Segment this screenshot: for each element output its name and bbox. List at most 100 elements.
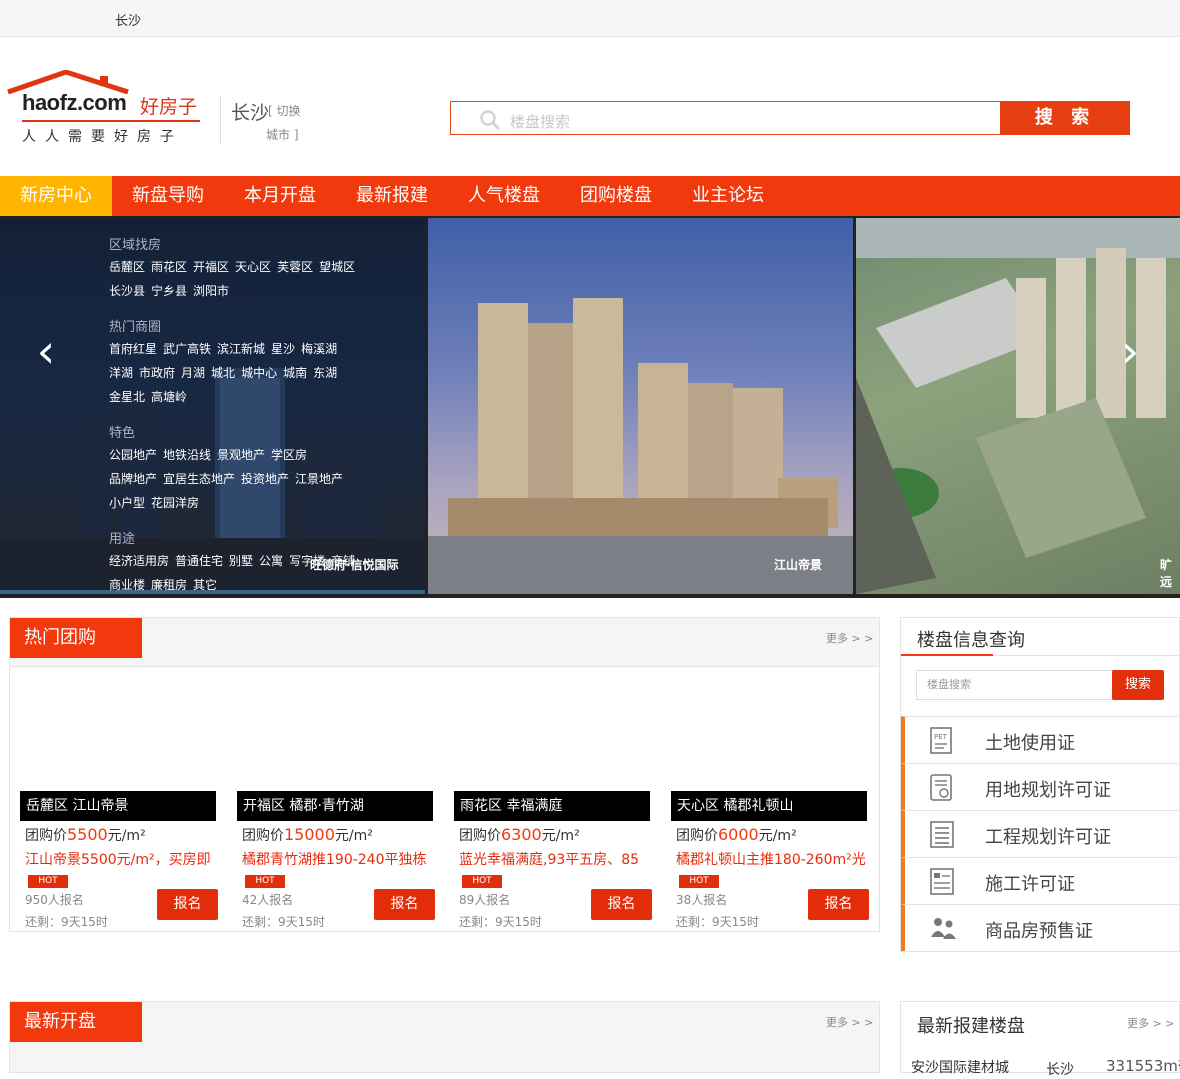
new-open-title: 最新开盘 bbox=[10, 1002, 142, 1042]
area-link[interactable]: 岳麓区 bbox=[109, 260, 145, 274]
area-link[interactable]: 城中心 bbox=[241, 366, 277, 380]
area-link[interactable]: 公寓 bbox=[259, 554, 283, 568]
site-logo[interactable]: haofz.com 好房子 人人需要好房子 bbox=[6, 70, 206, 150]
nav-item-popular[interactable]: 人气楼盘 bbox=[448, 176, 560, 216]
area-link[interactable]: 城南 bbox=[283, 366, 307, 380]
new-report-more-link[interactable]: 更多 > > bbox=[1127, 1015, 1174, 1031]
banner-slide-3[interactable]: 旷远 bbox=[856, 218, 1180, 594]
banner-slide-1[interactable]: 区域找房 岳麓区 雨花区 开福区 天心区 芙蓉区 望城区 长沙县 宁乡县 浏阳市 热门商圈 首… bbox=[0, 218, 425, 594]
list-document-icon bbox=[930, 821, 954, 848]
area-link[interactable]: 小户型 bbox=[109, 496, 145, 510]
query-item-land-planning[interactable]: 用地规划许可证 bbox=[901, 763, 1179, 810]
query-title: 楼盘信息查询 bbox=[917, 630, 1025, 651]
top-city-label[interactable]: 长沙 bbox=[115, 10, 141, 29]
signup-button[interactable]: 报名 bbox=[374, 889, 435, 920]
area-link[interactable]: 城北 bbox=[211, 366, 235, 380]
card-title[interactable]: 岳麓区 江山帝景 bbox=[20, 791, 216, 821]
area-link[interactable]: 宜居生态地产 bbox=[163, 472, 235, 486]
area-link[interactable]: 其它 bbox=[193, 578, 217, 592]
signup-button[interactable]: 报名 bbox=[157, 889, 218, 920]
query-item-land-use[interactable]: PET 土地使用证 bbox=[901, 716, 1179, 763]
query-item-construction[interactable]: 施工许可证 bbox=[901, 857, 1179, 904]
new-open-more-link[interactable]: 更多 > > bbox=[826, 1014, 873, 1030]
area-heading: 区域找房 bbox=[109, 238, 162, 253]
query-item-presale[interactable]: 商品房预售证 bbox=[901, 904, 1179, 951]
area-link[interactable]: 别墅 bbox=[229, 554, 253, 568]
nav-item-group-buy[interactable]: 团购楼盘 bbox=[560, 176, 672, 216]
card-desc[interactable]: 蓝光幸福满庭,93平五房、85 bbox=[459, 849, 649, 869]
hot-badge: HOT bbox=[462, 875, 502, 888]
card-price: 团购价6300元/m² bbox=[459, 825, 580, 844]
area-link[interactable]: 宁乡县 bbox=[151, 284, 187, 298]
time-left: 还剩：9天15时 bbox=[676, 915, 759, 929]
card-title[interactable]: 天心区 橘郡礼顿山 bbox=[671, 791, 867, 821]
nav-item-month-open[interactable]: 本月开盘 bbox=[224, 176, 336, 216]
banner-slide-2[interactable]: 江山帝景 bbox=[428, 218, 853, 594]
area-link[interactable]: 浏阳市 bbox=[193, 284, 229, 298]
area-link[interactable]: 市政府 bbox=[139, 366, 175, 380]
hot-badge: HOT bbox=[245, 875, 285, 888]
area-link[interactable]: 江景地产 bbox=[295, 472, 343, 486]
time-left: 还剩：9天15时 bbox=[459, 915, 542, 929]
next-slide-button[interactable]: › bbox=[1104, 296, 1156, 406]
card-title[interactable]: 雨花区 幸福满庭 bbox=[454, 791, 650, 821]
nav-item-guide[interactable]: 新盘导购 bbox=[112, 176, 224, 216]
switch-city-link[interactable]: [ 切换 bbox=[268, 102, 301, 119]
time-left: 还剩：9天15时 bbox=[242, 915, 325, 929]
area-link[interactable]: 普通住宅 bbox=[175, 554, 223, 568]
card-price: 团购价6000元/m² bbox=[676, 825, 797, 844]
area-link[interactable]: 开福区 bbox=[193, 260, 229, 274]
card-desc[interactable]: 江山帝景5500元/m²，买房即 bbox=[25, 849, 215, 869]
prev-slide-button[interactable]: ‹ bbox=[20, 296, 72, 406]
search-button[interactable]: 搜 索 bbox=[1000, 101, 1130, 135]
area-link[interactable]: 星沙 bbox=[271, 342, 295, 356]
area-link[interactable]: 廉租房 bbox=[151, 578, 187, 592]
area-link[interactable]: 景观地产 bbox=[217, 448, 265, 462]
area-link[interactable]: 地铁沿线 bbox=[163, 448, 211, 462]
card-title[interactable]: 开福区 橘郡·青竹湖 bbox=[237, 791, 433, 821]
area-link[interactable]: 东湖 bbox=[313, 366, 337, 380]
banner-carousel: 区域找房 岳麓区 雨花区 开福区 天心区 芙蓉区 望城区 长沙县 宁乡县 浏阳市 热门商圈 首… bbox=[0, 216, 1180, 598]
area-link[interactable]: 品牌地产 bbox=[109, 472, 157, 486]
area-link[interactable]: 首府红星 bbox=[109, 342, 157, 356]
query-search-input[interactable]: 楼盘搜索 bbox=[916, 670, 1114, 700]
area-link[interactable]: 滨江新城 bbox=[217, 342, 265, 356]
area-link[interactable]: 望城区 bbox=[319, 260, 355, 274]
area-link[interactable]: 梅溪湖 bbox=[301, 342, 337, 356]
search-input[interactable]: 楼盘搜索 bbox=[450, 101, 1001, 135]
area-link[interactable]: 芙蓉区 bbox=[277, 260, 313, 274]
area-link[interactable]: 花园洋房 bbox=[151, 496, 199, 510]
area-link[interactable]: 洋湖 bbox=[109, 366, 133, 380]
hot-group-more-link[interactable]: 更多 > > bbox=[826, 630, 873, 646]
area-link[interactable]: 商业楼 bbox=[109, 578, 145, 592]
feature-heading: 特色 bbox=[109, 426, 136, 441]
top-bar: 长沙 bbox=[0, 0, 1180, 37]
switch-city-link-2[interactable]: 城市 ] bbox=[266, 126, 299, 143]
nav-item-new-report[interactable]: 最新报建 bbox=[336, 176, 448, 216]
usage-heading: 用途 bbox=[109, 532, 136, 547]
query-item-project-planning[interactable]: 工程规划许可证 bbox=[901, 810, 1179, 857]
card-desc[interactable]: 橘郡礼顿山主推180-260m²光 bbox=[676, 849, 866, 869]
area-link[interactable]: 投资地产 bbox=[241, 472, 289, 486]
area-link[interactable]: 公园地产 bbox=[109, 448, 157, 462]
nav-item-new-house[interactable]: 新房中心 bbox=[0, 176, 112, 216]
area-link[interactable]: 金星北 bbox=[109, 390, 145, 404]
query-search-button[interactable]: 搜索 bbox=[1112, 670, 1164, 700]
area-row-3: 首府红星 武广高铁 滨江新城 星沙 梅溪湖 bbox=[109, 340, 343, 357]
title-underline bbox=[901, 654, 993, 656]
signup-button[interactable]: 报名 bbox=[591, 889, 652, 920]
area-link[interactable]: 经济适用房 bbox=[109, 554, 169, 568]
card-desc[interactable]: 橘郡青竹湖推190-240平独栋 bbox=[242, 849, 432, 869]
area-link[interactable]: 月湖 bbox=[181, 366, 205, 380]
area-link[interactable]: 学区房 bbox=[271, 448, 307, 462]
signup-button[interactable]: 报名 bbox=[808, 889, 869, 920]
time-left: 还剩：9天15时 bbox=[25, 915, 108, 929]
area-link[interactable]: 高塘岭 bbox=[151, 390, 187, 404]
area-link[interactable]: 雨花区 bbox=[151, 260, 187, 274]
area-link[interactable]: 天心区 bbox=[235, 260, 271, 274]
nav-item-forum[interactable]: 业主论坛 bbox=[672, 176, 784, 216]
area-link[interactable]: 武广高铁 bbox=[163, 342, 211, 356]
area-link[interactable]: 长沙县 bbox=[109, 284, 145, 298]
new-report-row[interactable]: 安沙国际建材城 长沙 331553m² bbox=[911, 1057, 1180, 1078]
certificate-icon: PET bbox=[930, 727, 952, 754]
